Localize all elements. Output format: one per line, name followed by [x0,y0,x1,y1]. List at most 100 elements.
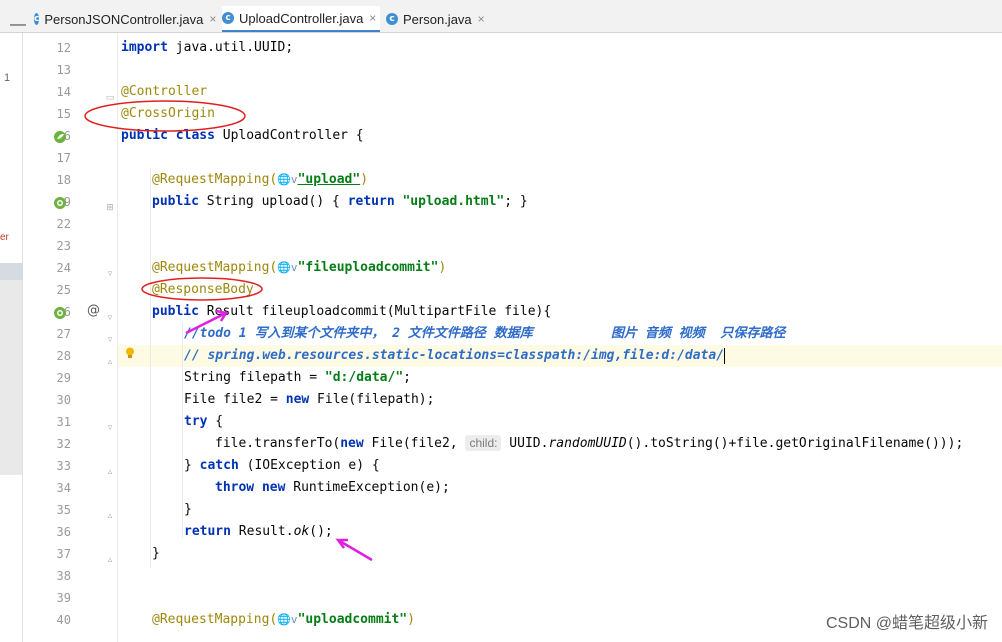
fold-marker-icon[interactable]: ▿ [105,268,115,278]
fold-marker-icon[interactable]: ▵ [105,356,115,366]
token: } [184,458,200,473]
token: randomUUID [548,436,627,451]
tab-label: PersonJSONController.java [44,11,204,27]
fold-marker-icon[interactable]: ▵ [105,554,115,564]
close-icon[interactable]: × [369,11,376,25]
fold-marker-icon[interactable]: ▵ [105,466,115,476]
token: (IOException e) { [238,458,380,473]
line-number: 33 [56,459,71,473]
token: "uploadcommit" [297,612,408,627]
line-number: 24 [56,261,71,275]
token: File(filepath); [309,392,435,407]
tab-label: Person.java [403,11,472,27]
panel-text-fragment: 1 [4,72,11,84]
indent-guide [150,168,151,568]
token: return [184,524,231,539]
line-number: 37 [56,547,71,561]
token: @RequestMapping( [152,612,278,627]
fold-marker-icon[interactable]: ▿ [105,422,115,432]
line-number: 36 [56,525,71,539]
line-number: 15 [56,107,71,121]
token: new [340,436,364,451]
code-line-19: public String upload() { return "upload.… [152,191,1002,213]
code-line-12: import java.util.UUID; [121,37,1001,59]
token: } [152,546,160,561]
line-number: 14 [56,85,71,99]
web-endpoint-icon[interactable]: 🌐v [277,261,297,274]
project-panel-edge: 1 er [0,33,30,642]
code-line-15: @CrossOrigin [121,103,1001,125]
line-number: 25 [56,283,71,297]
code-line-35: } [184,499,1002,521]
token: UploadController { [214,128,364,143]
token: new [285,392,310,407]
token: ) [360,172,369,187]
token: { [207,414,224,429]
code-line-25: @ResponseBody [152,279,1002,301]
code-line-30: File file2 = new File(filepath); [184,389,1002,411]
lightbulb-icon[interactable] [123,346,137,360]
token: public [152,194,199,209]
token: throw new [215,480,286,495]
token: import [121,40,168,55]
spring-endpoint-icon[interactable] [53,306,67,320]
close-icon[interactable]: × [478,12,485,26]
spring-bean-icon[interactable] [53,130,67,144]
java-class-icon: c [222,12,234,24]
close-icon[interactable]: × [209,12,216,26]
line-number: 13 [56,63,71,77]
code-line-27: //todo 1 写入到某个文件夹中， 2 文件文件路径 数据库 图片 音频 视… [184,323,1002,345]
scrollbar[interactable] [0,265,22,475]
token: @Controller [121,84,208,99]
token: ; } [504,194,528,209]
code-line-32: file.transferTo(new File(file2, child: U… [215,433,995,455]
token: file.transferTo( [215,436,341,451]
token: Result. [230,524,294,539]
tab-label: UploadController.java [239,10,364,26]
token: File(file2, [363,436,466,451]
code-line-28: // spring.web.resources.static-locations… [184,345,1002,367]
fold-column: ▭ ⊞ ▿ ▿ ▿ ▵ ▿ ▵ ▵ ▵ [105,33,118,642]
tab-person-json-controller[interactable]: c PersonJSONController.java × [34,6,216,32]
comment: // spring.web.resources.static-locations… [184,348,725,363]
code-line-18: @RequestMapping(🌐v"upload") [152,169,1002,191]
spring-endpoint-icon[interactable] [53,196,67,210]
line-number: 17 [56,151,71,165]
token: public class [121,128,215,143]
token: ) [407,612,415,627]
token: Result fileuploadcommit(MultipartFile fi… [198,304,552,319]
watermark: CSDN @蜡笔超级小新 [825,615,988,632]
code-line-36: return Result.ok(); [184,521,1002,543]
web-endpoint-icon[interactable]: 🌐v [277,613,297,626]
tab-person[interactable]: c Person.java × [386,6,486,32]
java-class-icon: c [34,13,40,25]
java-class-icon: c [386,13,398,25]
token: String filepath = [184,370,325,385]
token: return [347,194,395,209]
fold-marker-icon[interactable]: ▿ [105,334,115,344]
fold-marker-icon[interactable]: ▵ [105,510,115,520]
line-number: 30 [56,393,71,407]
token: catch [199,458,239,473]
token: try [184,414,208,429]
token: java.util.UUID; [167,40,294,55]
fold-marker-icon[interactable]: ▭ [105,92,115,102]
code-line-29: String filepath = "d:/data/"; [184,367,1002,389]
token: "fileuploadcommit" [297,260,439,275]
token: RuntimeException(e); [285,480,450,495]
token: "upload" [297,172,361,187]
fold-marker-icon[interactable]: ▿ [105,312,115,322]
code-line-16: public class UploadController { [121,125,1001,147]
code-line-14: @Controller [121,81,1001,103]
token: @RequestMapping( [152,260,278,275]
line-number: 23 [56,239,71,253]
token: File file2 = [184,392,286,407]
line-number: 27 [56,327,71,341]
tab-upload-controller[interactable]: c UploadController.java × [222,6,380,32]
fold-marker-icon[interactable]: ⊞ [105,202,115,212]
line-number: 29 [56,371,71,385]
web-endpoint-icon[interactable]: 🌐v [277,173,297,186]
line-number: 35 [56,503,71,517]
at-annotation-icon[interactable]: @ [87,303,100,318]
token: (); [309,524,333,539]
